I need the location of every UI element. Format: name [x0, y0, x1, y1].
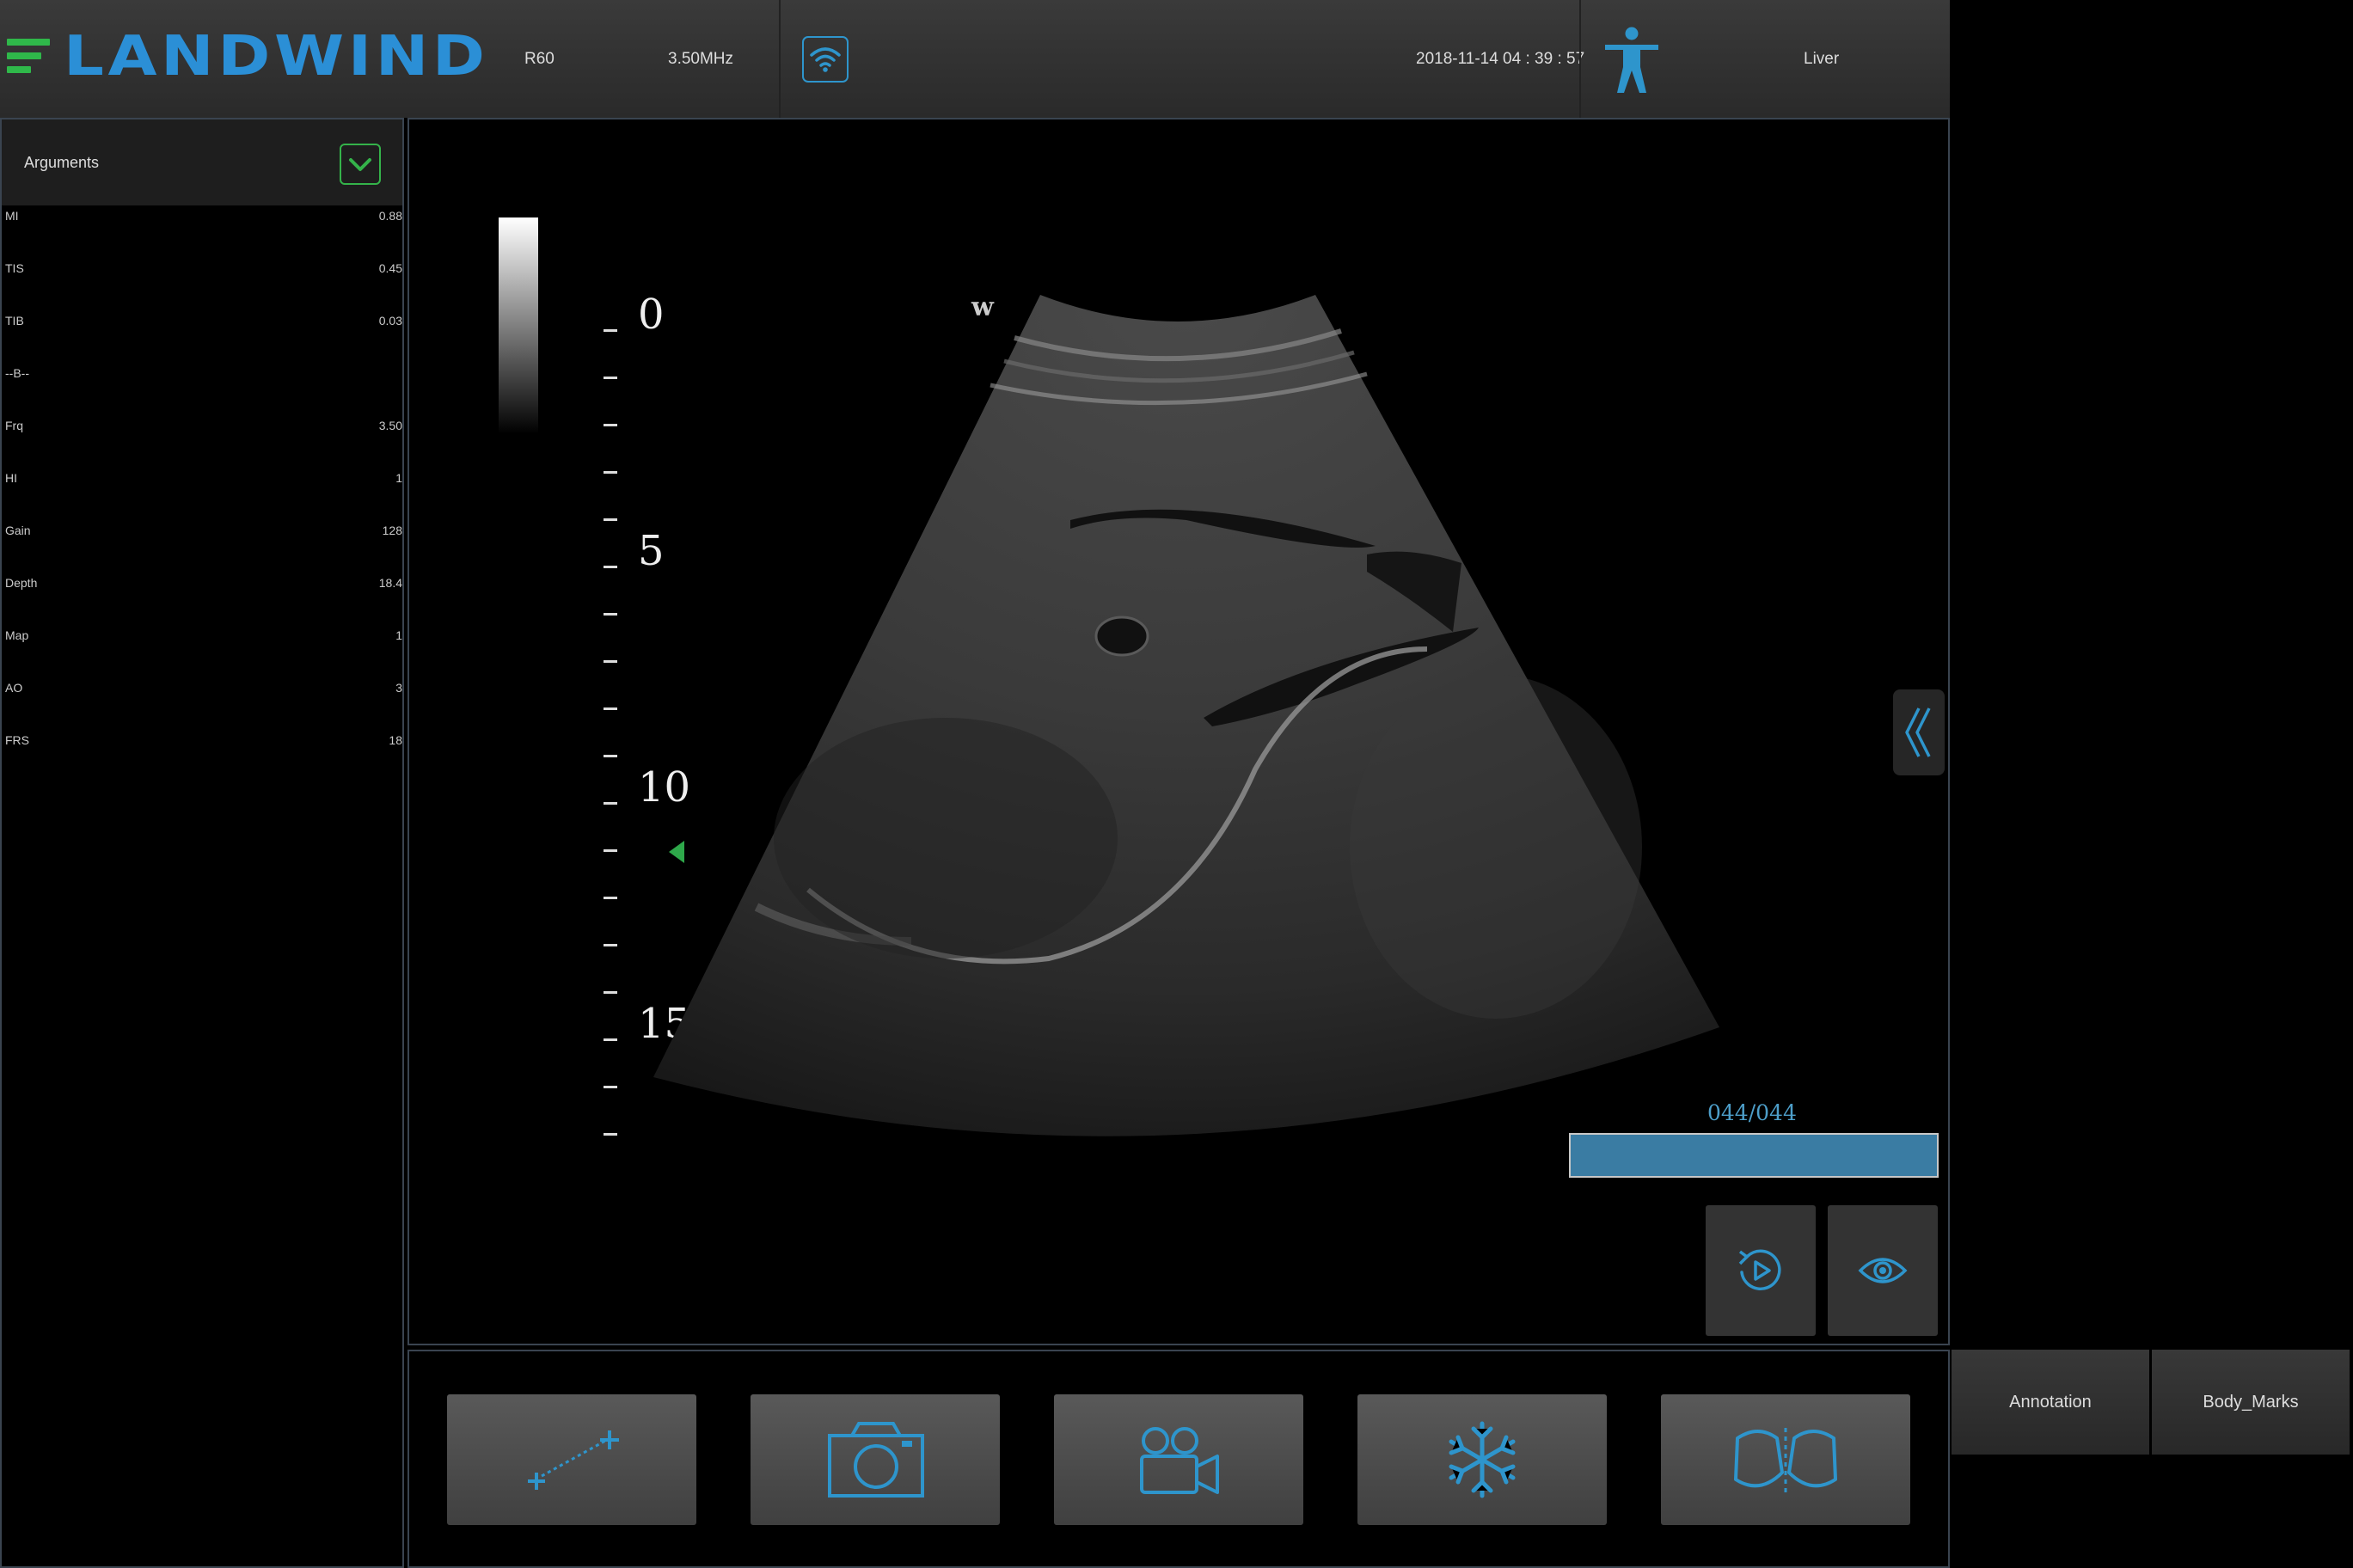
ultrasound-sector-image	[653, 295, 1719, 1136]
double-chevron-left-icon	[1905, 707, 1931, 757]
cine-progress-bar[interactable]	[1569, 1133, 1939, 1178]
dual-view-button[interactable]	[1661, 1394, 1910, 1525]
freeze-snowflake-icon	[1449, 1421, 1516, 1498]
wifi-icon	[810, 47, 841, 72]
param-row: Frq 3.50	[5, 419, 402, 436]
camera-icon	[828, 1422, 924, 1498]
param-row: TIB 0.03	[5, 314, 402, 331]
param-key: Frq	[5, 419, 23, 432]
param-row: HI 1	[5, 471, 402, 488]
param-row: Gain 128	[5, 524, 402, 541]
param-value: 3	[395, 681, 402, 695]
param-row: Map 1	[5, 628, 402, 646]
brand-logo: LANDWIND	[7, 25, 485, 89]
measure-icon	[528, 1430, 619, 1490]
chevron-down-icon	[349, 158, 371, 171]
annotation-button[interactable]: Annotation	[1952, 1350, 2149, 1455]
right-panel-expand-button[interactable]	[1893, 689, 1945, 775]
cine-frame-counter: 044/044	[1707, 1100, 1797, 1125]
brand-name: LANDWIND	[64, 25, 489, 89]
body-marks-button[interactable]: Body_Marks	[2152, 1350, 2350, 1455]
param-row: Depth 18.4	[5, 576, 402, 593]
param-value: 1	[395, 471, 402, 485]
param-row: MI 0.88	[5, 209, 402, 226]
probe-name: R60	[524, 50, 555, 68]
header-divider	[779, 0, 781, 118]
param-key: Depth	[5, 576, 38, 590]
arguments-collapse-button[interactable]	[340, 144, 381, 185]
annotation-label: Annotation	[2009, 1392, 2092, 1412]
cine-replay-button[interactable]	[1706, 1205, 1816, 1336]
logo-bars-icon	[7, 39, 50, 75]
top-bar: LANDWIND R60 3.50MHz 2018-11-14 04 : 39 …	[0, 0, 1950, 118]
param-key: Map	[5, 628, 29, 642]
param-value: 18	[389, 733, 402, 747]
param-row: --B--	[5, 366, 402, 383]
param-row: FRS 18	[5, 733, 402, 750]
header-divider	[1579, 0, 1581, 118]
bottom-toolbar	[407, 1350, 1950, 1568]
param-key: AO	[5, 681, 23, 695]
param-value: 0.45	[378, 261, 402, 275]
grayscale-bar	[499, 217, 538, 434]
param-key: Gain	[5, 524, 31, 537]
wifi-button[interactable]	[802, 36, 849, 83]
arguments-header: Arguments	[2, 119, 402, 205]
param-key: FRS	[5, 733, 29, 747]
replay-icon	[1738, 1249, 1781, 1290]
param-value: 18.4	[378, 576, 402, 590]
param-key: TIB	[5, 314, 24, 328]
video-camera-icon	[1140, 1427, 1219, 1494]
eye-icon	[1858, 1258, 1908, 1283]
param-value: 0.03	[378, 314, 402, 328]
param-row: AO 3	[5, 681, 402, 698]
frequency-readout: 3.50MHz	[668, 50, 734, 68]
body-figure-icon[interactable]	[1602, 26, 1662, 95]
arguments-panel: Arguments MI 0.88 TIS 0.45 TIB 0.03 --B-…	[0, 118, 404, 1568]
param-value: 3.50	[378, 419, 402, 432]
datetime-readout: 2018-11-14 04 : 39 : 57	[1416, 50, 1585, 68]
param-value: 0.88	[378, 209, 402, 223]
view-toggle-button[interactable]	[1828, 1205, 1938, 1336]
measure-button[interactable]	[447, 1394, 696, 1525]
screenshot-button[interactable]	[751, 1394, 1000, 1525]
body-marks-label: Body_Marks	[2203, 1392, 2299, 1412]
exam-preset: Liver	[1804, 50, 1840, 68]
freeze-button[interactable]	[1357, 1394, 1607, 1525]
record-video-button[interactable]	[1054, 1394, 1303, 1525]
param-key: --B--	[5, 366, 29, 380]
param-key: HI	[5, 471, 17, 485]
param-key: TIS	[5, 261, 24, 275]
param-value: 1	[395, 628, 402, 642]
param-key: MI	[5, 209, 19, 223]
arguments-title: Arguments	[24, 154, 100, 171]
dual-view-icon	[1734, 1428, 1837, 1493]
param-value: 128	[382, 524, 402, 537]
param-row: TIS 0.45	[5, 261, 402, 279]
